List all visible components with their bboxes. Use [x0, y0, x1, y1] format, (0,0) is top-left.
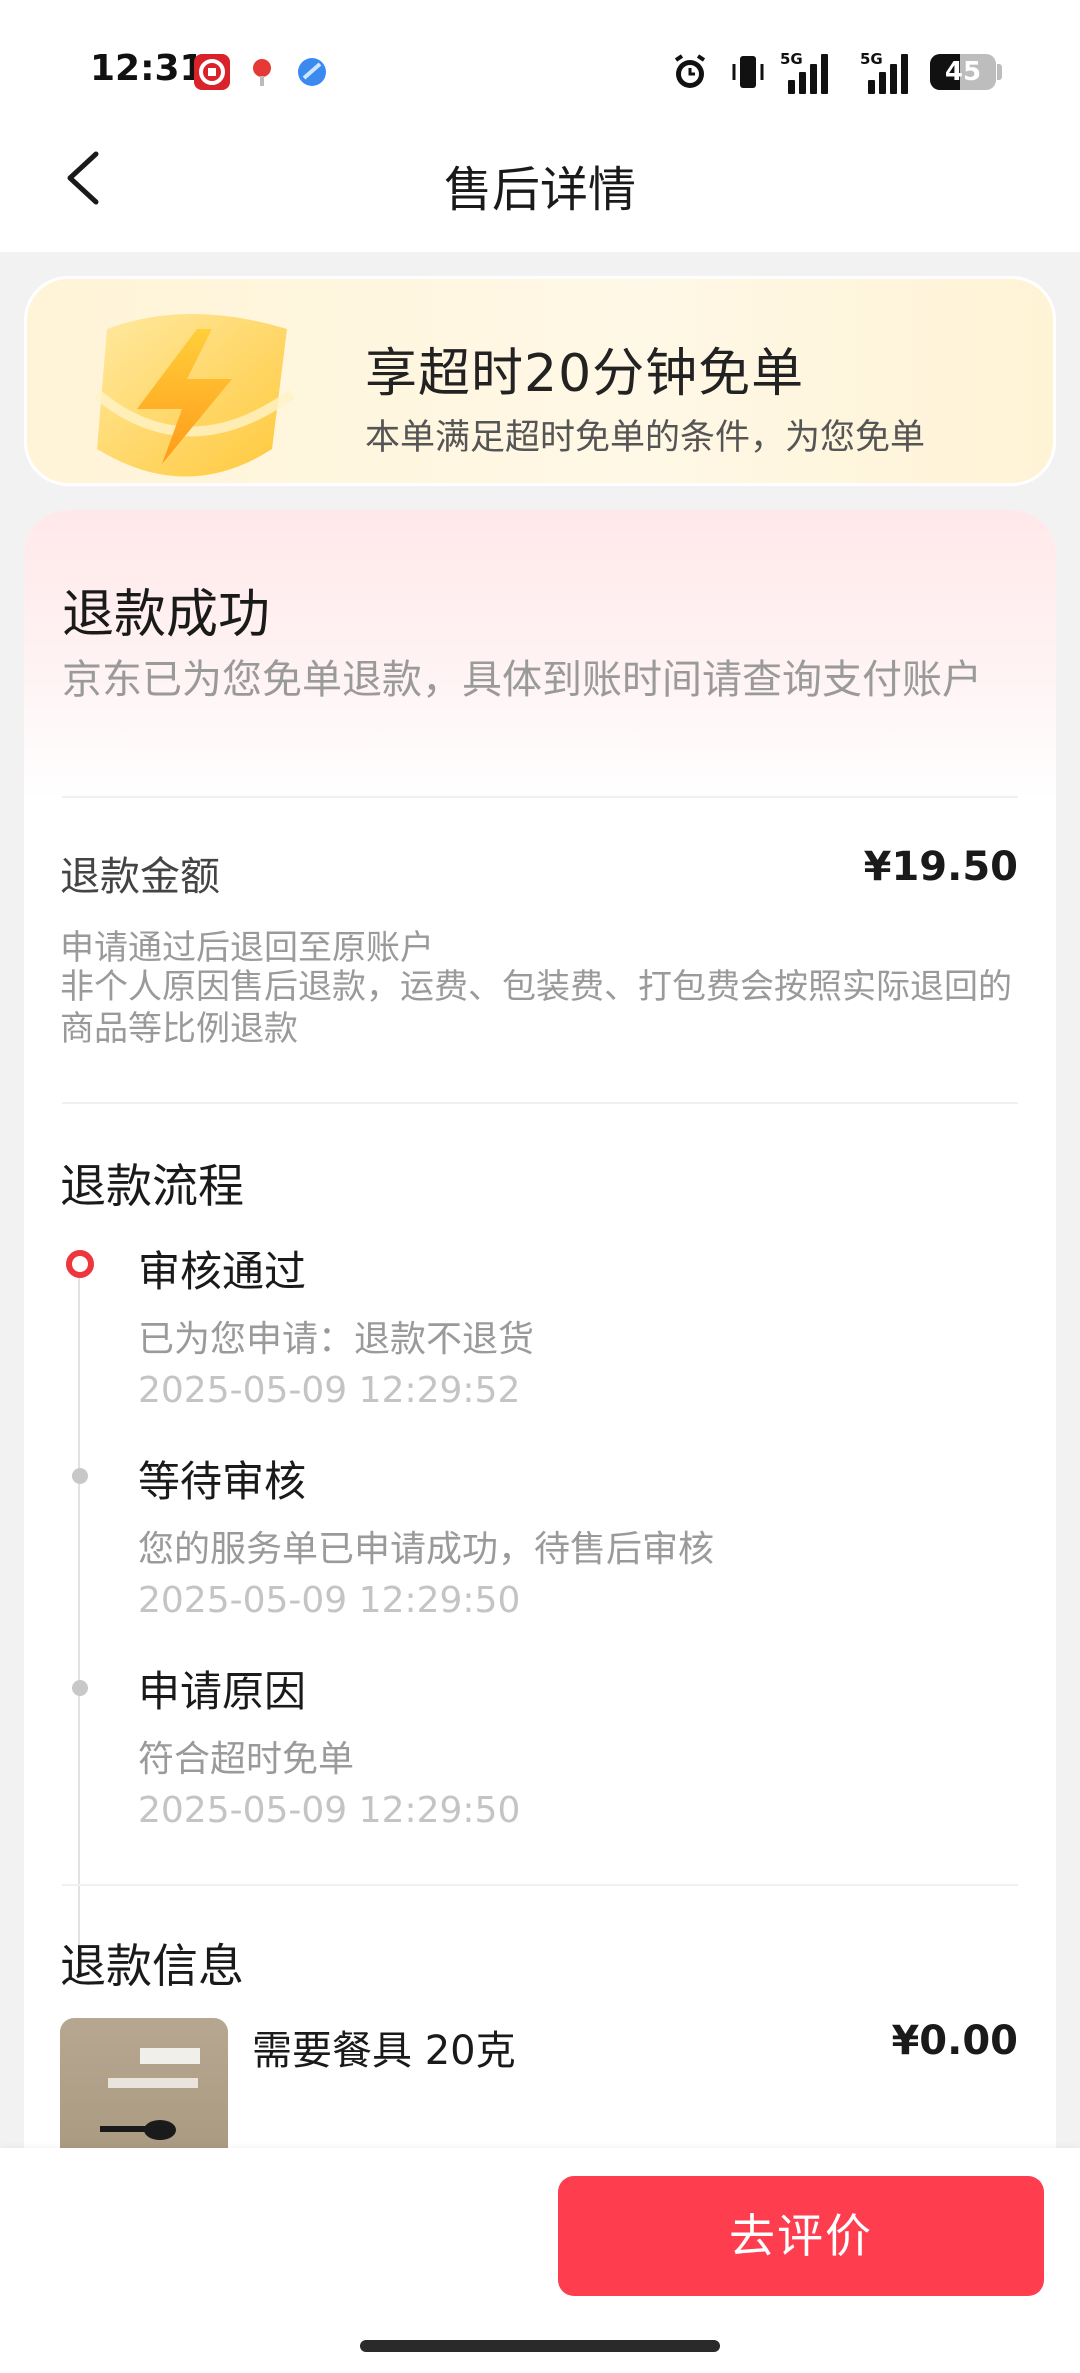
timeline-step-desc: 符合超时免单: [138, 1739, 355, 1780]
battery-icon: 45: [930, 54, 996, 90]
battery-tip: [997, 64, 1002, 80]
divider: [62, 1102, 1018, 1104]
divider: [62, 1884, 1018, 1886]
refund-detail-card: 退款成功 京东已为您免单退款，具体到账时间请查询支付账户 退款金额 ¥19.50…: [24, 510, 1056, 2210]
refund-note-2: 非个人原因售后退款，运费、包装费、打包费会按照实际退回的商品等比例退款: [60, 967, 1012, 1049]
bottom-action-bar: 去评价: [0, 2148, 1080, 2373]
home-indicator[interactable]: [360, 2340, 720, 2352]
timeline-step-title: 审核通过: [138, 1247, 307, 1296]
timeline-step-title: 等待审核: [138, 1457, 307, 1506]
timeline-step-desc: 您的服务单已申请成功，待售后审核: [138, 1529, 715, 1570]
vibrate-icon: [728, 50, 768, 94]
timeline-step-desc: 已为您申请：退款不退货: [138, 1319, 535, 1360]
process-section-title: 退款流程: [60, 1159, 244, 1213]
timeline-line: [78, 1266, 80, 1958]
timeline-step-time: 2025-05-09 12:29:50: [138, 1580, 521, 1621]
timeline-step-title: 申请原因: [138, 1667, 307, 1716]
lightning-shield-icon: [67, 299, 307, 483]
promo-title: 享超时20分钟免单: [365, 344, 805, 404]
refund-amount-label: 退款金额: [60, 854, 220, 900]
refund-note-1: 申请通过后退回至原账户: [60, 928, 434, 968]
status-time: 12:31: [90, 48, 205, 89]
timeline-dot: [72, 1680, 88, 1696]
refund-description: 京东已为您免单退款，具体到账时间请查询支付账户: [62, 657, 982, 703]
timeline-step-time: 2025-05-09 12:29:52: [138, 1370, 521, 1411]
refund-info-section-title: 退款信息: [60, 1939, 244, 1993]
location-app-icon: [244, 54, 280, 90]
alarm-icon: [668, 50, 712, 94]
top-bar: 12:31 5G 5G 45 售后详情: [0, 0, 1080, 252]
browser-app-icon: [294, 54, 330, 90]
battery-level: 45: [944, 57, 982, 87]
review-button[interactable]: 去评价: [558, 2176, 1044, 2296]
status-bar: 12:31 5G 5G 45: [0, 0, 1080, 140]
refund-status: 退款成功: [62, 585, 271, 645]
refund-amount-value: ¥19.50: [863, 844, 1018, 890]
signal-5g-icon: 5G: [780, 50, 836, 94]
bank-app-icon: [194, 54, 230, 90]
page-title: 售后详情: [443, 162, 636, 218]
timeline-dot-active: [66, 1250, 94, 1278]
refund-status-header: [24, 510, 1056, 800]
promo-subtitle: 本单满足超时免单的条件，为您免单: [365, 418, 926, 458]
timeline-step-time: 2025-05-09 12:29:50: [138, 1790, 521, 1831]
refund-item-price: ¥0.00: [891, 2018, 1018, 2064]
divider: [62, 796, 1018, 798]
promo-banner: 享超时20分钟免单 本单满足超时免单的条件，为您免单: [24, 276, 1056, 486]
refund-item-name: 需要餐具 20克: [252, 2028, 516, 2074]
signal-5g-icon-2: 5G: [860, 50, 916, 94]
timeline-dot: [72, 1468, 88, 1484]
